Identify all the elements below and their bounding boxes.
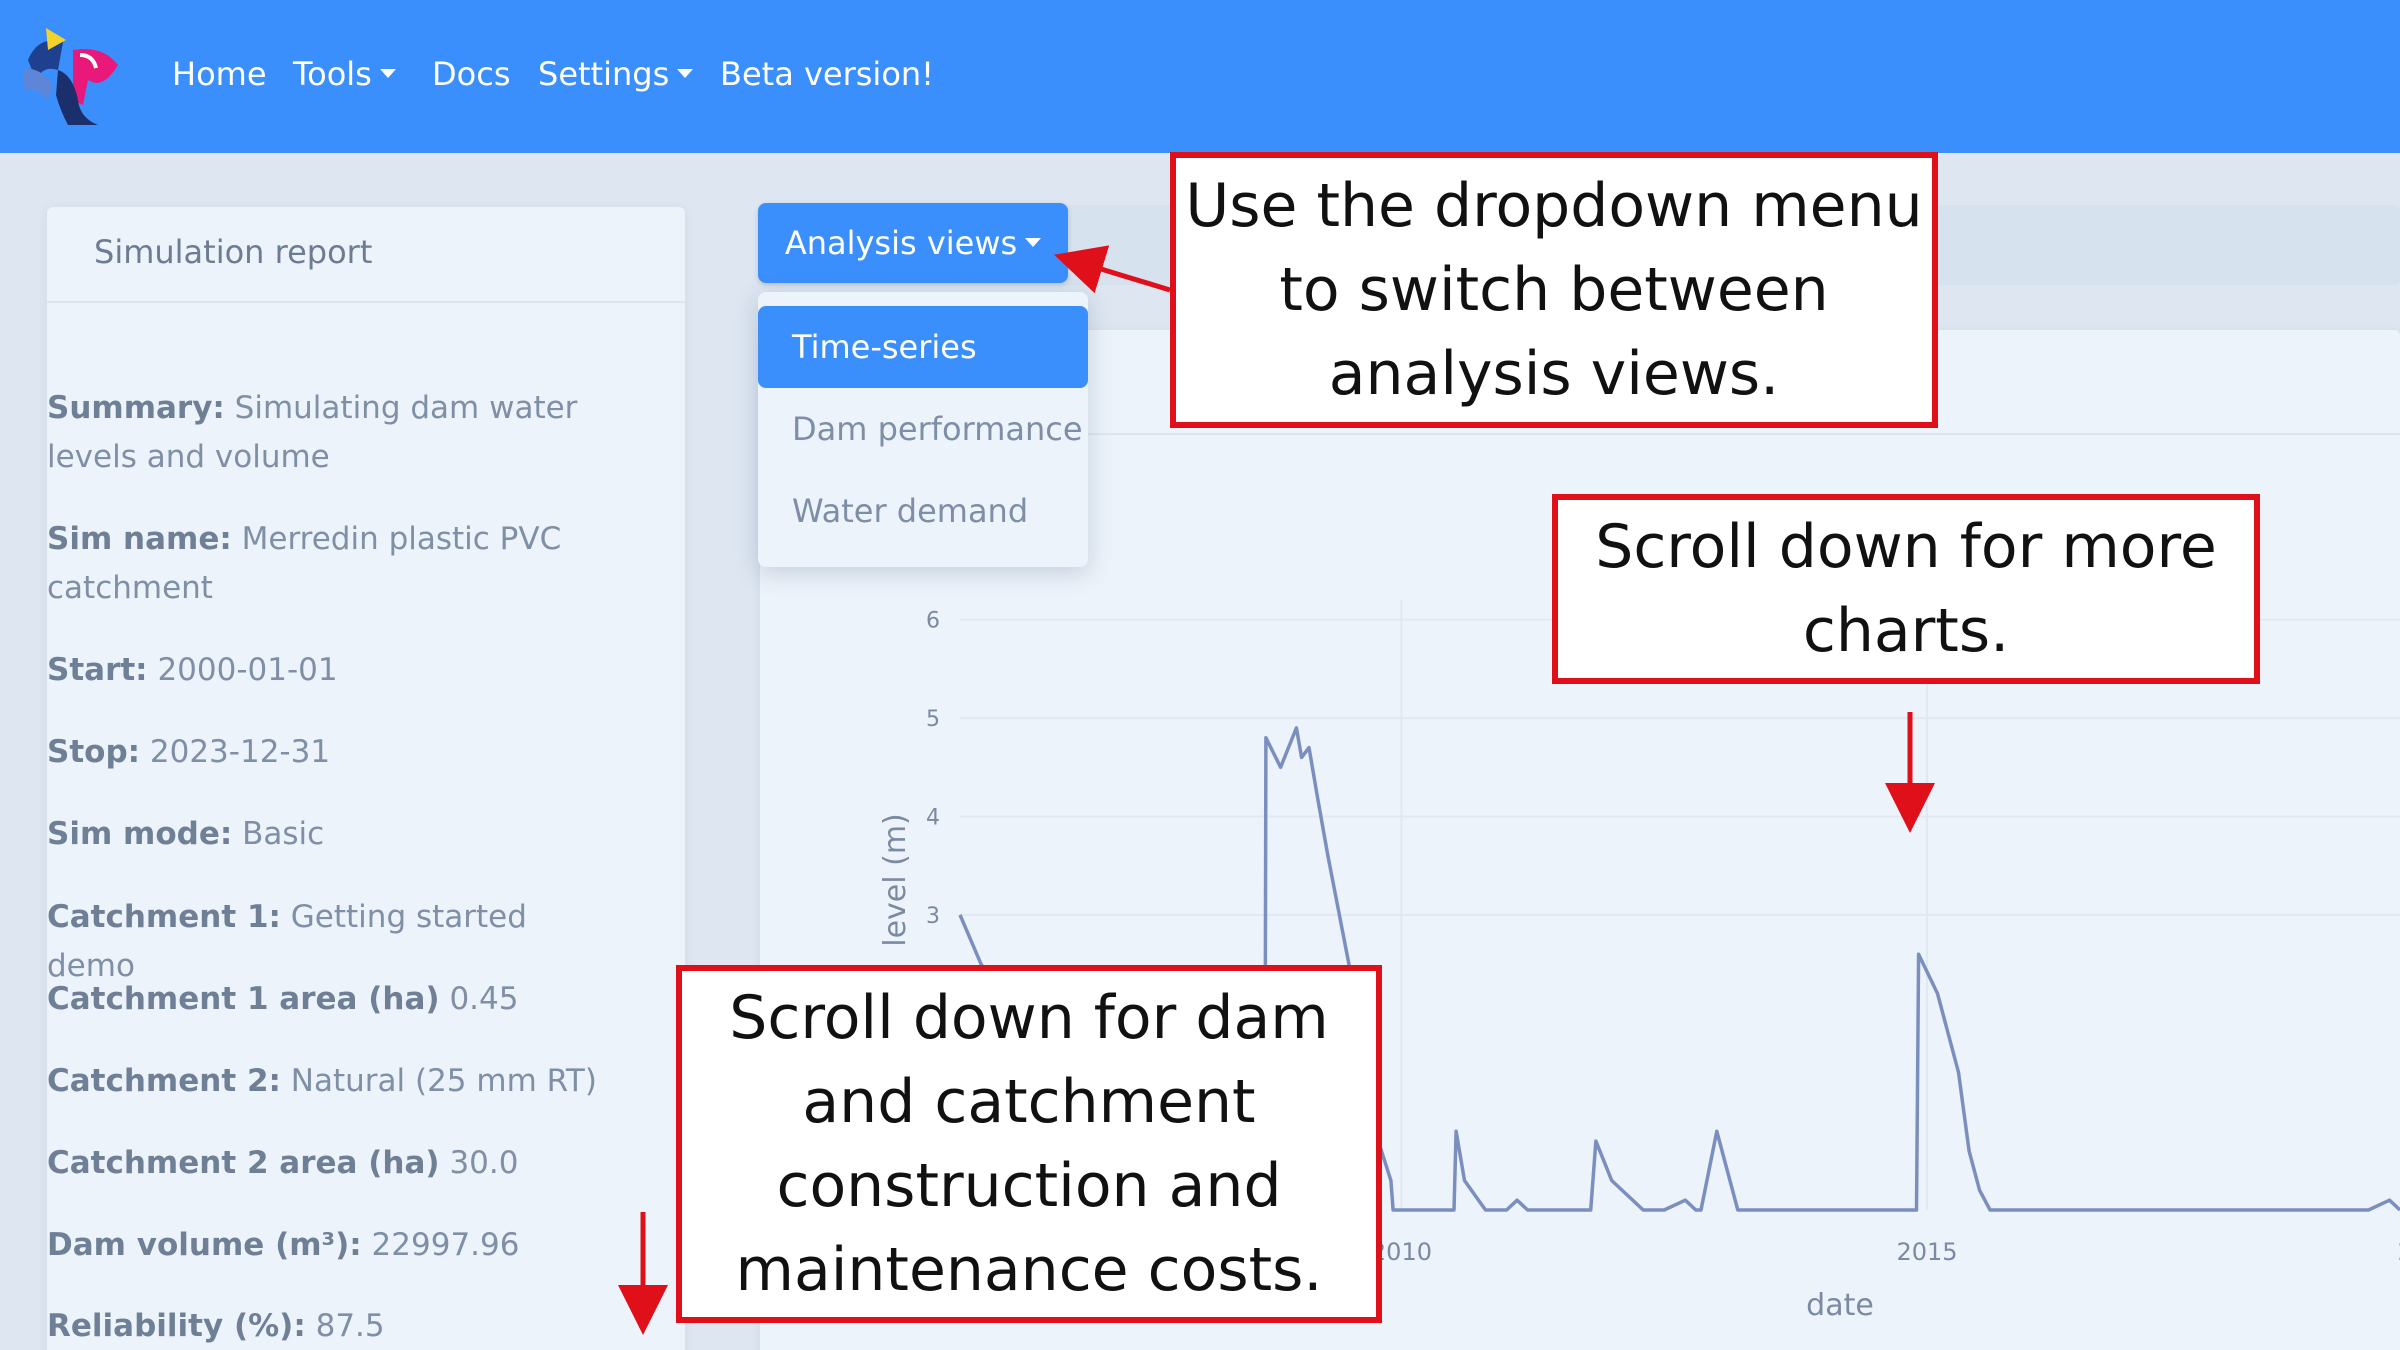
caret-down-icon — [1025, 237, 1042, 247]
report-stop: Stop: 2023-12-31 — [47, 734, 331, 770]
callout-costs: Scroll down for dam and catchment constr… — [676, 965, 1382, 1323]
menu-item-water-demand[interactable]: Water demand — [758, 470, 1088, 552]
y-tick-label: 4 — [926, 805, 940, 830]
navbar: Home Tools Docs Settings Beta version! — [0, 0, 2400, 153]
report-start: Start: 2000-01-01 — [47, 652, 338, 688]
y-axis-label: level (m) — [878, 813, 913, 947]
menu-item-dam-performance[interactable]: Dam performance — [758, 388, 1088, 470]
callout-dropdown: Use the dropdown menu to switch between … — [1170, 152, 1938, 428]
report-summary: Summary: Simulating dam water levels and… — [47, 390, 578, 475]
nav-settings-menu[interactable]: Settings — [538, 52, 694, 96]
report-sim-name: Sim name: Merredin plastic PVC catchment — [47, 521, 562, 606]
analysis-views-button[interactable]: Analysis views — [758, 203, 1068, 283]
caret-down-icon — [379, 68, 396, 78]
report-dam-volume: Dam volume (m³): 22997.96 — [47, 1227, 520, 1263]
simulation-report-header: Simulation report — [47, 207, 685, 303]
simulation-report-title: Simulation report — [94, 233, 373, 271]
x-tick-label: 2015 — [1896, 1238, 1957, 1266]
callout-more-charts: Scroll down for more charts. — [1552, 494, 2260, 684]
y-tick-label: 6 — [926, 609, 940, 634]
y-tick-label: 5 — [926, 707, 940, 732]
app-logo-icon[interactable] — [18, 20, 123, 130]
menu-item-time-series[interactable]: Time-series — [758, 306, 1088, 388]
nav-beta-link[interactable]: Beta version! — [720, 52, 934, 96]
report-sim-mode: Sim mode: Basic — [47, 816, 325, 852]
report-catchment-1-area: Catchment 1 area (ha) 0.45 — [47, 981, 519, 1017]
analysis-views-menu: Time-series Dam performance Water demand — [758, 292, 1088, 567]
report-catchment-2: Catchment 2: Natural (25 mm RT) — [47, 1063, 597, 1099]
report-reliability: Reliability (%): 87.5 — [47, 1308, 385, 1344]
nav-home-link[interactable]: Home — [172, 52, 267, 96]
nav-docs-link[interactable]: Docs — [432, 52, 510, 96]
x-axis-label: date — [1806, 1288, 1874, 1323]
caret-down-icon — [677, 68, 694, 78]
y-tick-label: 3 — [926, 904, 940, 929]
nav-tools-menu[interactable]: Tools — [293, 52, 396, 96]
report-catchment-2-area: Catchment 2 area (ha) 30.0 — [47, 1145, 519, 1181]
